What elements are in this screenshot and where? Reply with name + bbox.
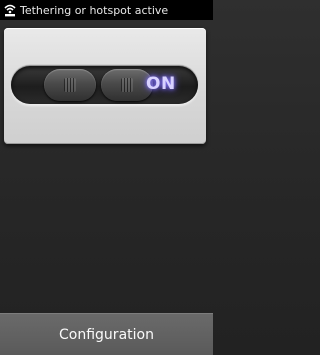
wifi-hotspot-icon (0, 0, 20, 20)
configuration-label: Configuration (59, 326, 154, 343)
configuration-button[interactable]: Configuration (0, 313, 213, 355)
grip-lines (64, 78, 76, 92)
toggle-state-label: ON (146, 74, 176, 94)
hotspot-toggle-switch[interactable]: ON (11, 66, 198, 104)
status-bar: Tethering or hotspot active (0, 0, 213, 20)
grip-lines (121, 78, 133, 92)
notification-text: Tethering or hotspot active (20, 3, 169, 17)
hotspot-widget-panel: ON (4, 28, 206, 144)
toggle-knob-left (44, 69, 96, 101)
